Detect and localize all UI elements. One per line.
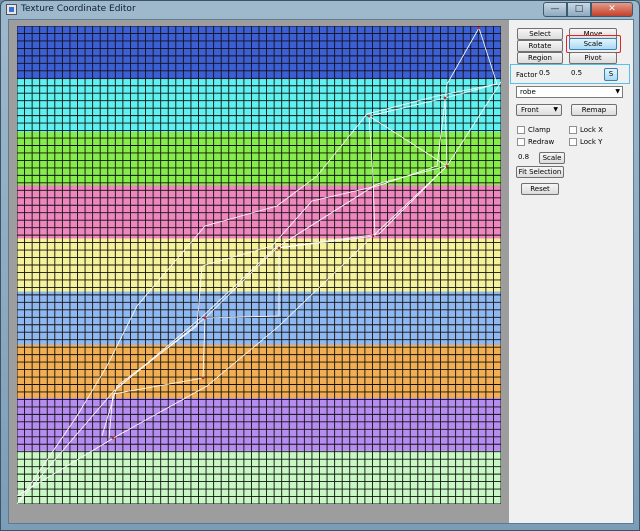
close-button[interactable]: ✕	[591, 2, 633, 17]
texture-coordinate-editor-window: Texture Coordinate Editor — □ ✕ Select M…	[0, 0, 640, 531]
uv-canvas[interactable]	[17, 26, 501, 504]
scale-value-input[interactable]: 0.8	[516, 152, 536, 164]
scale-button[interactable]: Scale	[569, 38, 617, 50]
caption-buttons: — □ ✕	[543, 2, 633, 17]
chevron-down-icon: ▼	[615, 88, 620, 95]
uv-canvas-frame	[9, 20, 509, 523]
lock-y-checkbox[interactable]	[569, 138, 577, 146]
uv-vertex[interactable]	[367, 114, 371, 118]
uv-vertex[interactable]	[203, 316, 207, 320]
uv-vertex[interactable]	[111, 436, 115, 440]
maximize-button[interactable]: □	[567, 2, 591, 17]
select-button[interactable]: Select	[517, 28, 563, 40]
remap-button[interactable]: Remap	[571, 104, 617, 116]
minimize-button[interactable]: —	[543, 2, 567, 17]
region-button[interactable]: Region	[517, 52, 563, 64]
uv-vertex[interactable]	[201, 376, 205, 380]
factor-apply-button[interactable]: S	[604, 68, 618, 81]
fit-selection-button[interactable]: Fit Selection	[516, 166, 564, 178]
object-combo[interactable]: robe ▼	[516, 86, 623, 98]
clamp-label: Clamp	[528, 126, 551, 134]
reset-button[interactable]: Reset	[521, 183, 559, 195]
pivot-button[interactable]: Pivot	[569, 52, 617, 64]
uv-vertex[interactable]	[477, 26, 481, 30]
chevron-down-icon: ▼	[553, 106, 558, 113]
tool-panel: Select Move Rotate Scale Region Pivot Fa…	[509, 20, 633, 523]
rotate-button[interactable]: Rotate	[517, 40, 563, 52]
lock-x-checkbox[interactable]	[569, 126, 577, 134]
factor-label: Factor	[516, 71, 538, 79]
title-bar[interactable]: Texture Coordinate Editor — □ ✕	[1, 1, 639, 19]
clamp-checkbox[interactable]	[517, 126, 525, 134]
minimize-icon: —	[550, 4, 560, 14]
window-title: Texture Coordinate Editor	[21, 4, 136, 14]
uv-vertex[interactable]	[445, 164, 449, 168]
redraw-label: Redraw	[528, 138, 555, 146]
app-icon	[6, 4, 17, 15]
client-area: Select Move Rotate Scale Region Pivot Fa…	[8, 19, 634, 524]
factor-x-input[interactable]: 0.5	[537, 68, 567, 80]
projection-value: Front	[521, 106, 539, 114]
redraw-checkbox[interactable]	[517, 138, 525, 146]
uv-vertex[interactable]	[443, 96, 447, 100]
projection-dropdown[interactable]: Front ▼	[516, 104, 562, 116]
lock-x-label: Lock X	[580, 126, 603, 134]
maximize-icon: □	[574, 4, 584, 14]
scale-apply-button[interactable]: Scale	[539, 152, 565, 164]
close-icon: ✕	[608, 4, 616, 14]
uv-vertex[interactable]	[277, 246, 281, 250]
object-combo-value: robe	[520, 88, 536, 96]
uv-vertex[interactable]	[371, 234, 375, 238]
factor-y-input[interactable]: 0.5	[569, 68, 599, 80]
lock-y-label: Lock Y	[580, 138, 603, 146]
